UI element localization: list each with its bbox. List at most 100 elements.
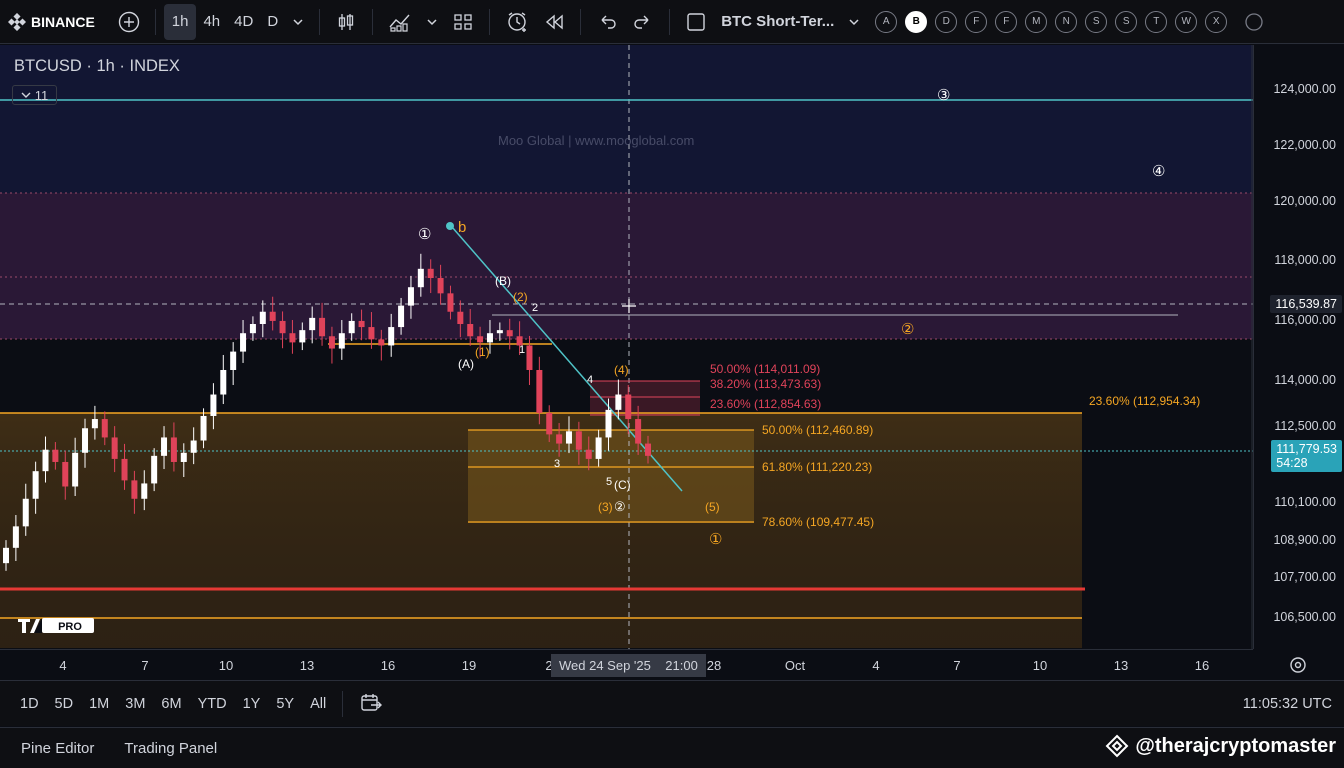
chart-area[interactable]: BTCUSD · 1h · INDEX 11 Moo Global | www.… bbox=[0, 45, 1344, 649]
candle-body bbox=[141, 483, 148, 499]
candle-body bbox=[161, 437, 168, 456]
bottom-panel-bar: Pine Editor Trading Panel @therajcryptom… bbox=[0, 727, 1344, 768]
binance-diamond-icon bbox=[8, 12, 26, 31]
letter-button-s[interactable]: S bbox=[1085, 10, 1108, 33]
fib-236-label: 23.60% (112,954.34) bbox=[1089, 394, 1201, 408]
undo-icon bbox=[601, 15, 616, 29]
time-tick: 7 bbox=[953, 658, 961, 673]
brand-name: BINANCE bbox=[31, 13, 95, 30]
price-tick: 110,100.00 bbox=[1274, 495, 1336, 509]
letter-button-a[interactable]: A bbox=[875, 10, 898, 33]
interval-4d[interactable]: 4D bbox=[227, 0, 260, 44]
letter-button-t[interactable]: T bbox=[1145, 10, 1168, 33]
range-1m[interactable]: 1M bbox=[81, 696, 117, 712]
letter-button-w[interactable]: W bbox=[1175, 10, 1198, 33]
candle-body bbox=[625, 394, 632, 420]
candle-body bbox=[348, 320, 355, 334]
candle-body bbox=[210, 394, 217, 416]
time-tick: 16 bbox=[380, 658, 396, 673]
range-5y[interactable]: 5Y bbox=[268, 696, 302, 712]
layout-checkbox[interactable] bbox=[678, 0, 714, 44]
time-axis-settings-button[interactable] bbox=[1288, 655, 1308, 680]
circle-icon bbox=[1245, 12, 1263, 31]
upper-fib-label: 38.20% (113,473.63) bbox=[710, 377, 822, 391]
wave-label-white: ① bbox=[418, 226, 432, 243]
range-all[interactable]: All bbox=[302, 696, 334, 712]
wave-label-white: (A) bbox=[458, 357, 474, 371]
lower-fib-label: 50.00% (112,460.89) bbox=[762, 423, 874, 437]
candle-body bbox=[240, 333, 247, 352]
candle-body bbox=[220, 369, 227, 395]
time-tick: 7 bbox=[141, 658, 149, 673]
range-5d[interactable]: 5D bbox=[47, 696, 82, 712]
add-symbol-button[interactable] bbox=[111, 0, 147, 44]
separator bbox=[154, 8, 156, 35]
separator bbox=[319, 8, 321, 35]
candle-body bbox=[328, 336, 335, 349]
wave-label-white: ④ bbox=[1152, 163, 1166, 180]
time-axis[interactable]: 4 7 10 13 16 19 2 28 Oct 4 7 10 13 16 Wed 24 Sep '25 2… bbox=[0, 649, 1306, 680]
goto-date-button[interactable] bbox=[351, 691, 391, 717]
letter-button-d[interactable]: D bbox=[935, 10, 958, 33]
utc-clock[interactable]: 11:05:32 UTC bbox=[1235, 696, 1340, 712]
letter-button-b[interactable]: B bbox=[905, 10, 928, 33]
interval-1h[interactable]: 1h bbox=[163, 3, 197, 40]
layouts-button[interactable] bbox=[445, 0, 481, 44]
range-1d[interactable]: 1D bbox=[12, 696, 47, 712]
redo-button[interactable] bbox=[625, 0, 661, 44]
chart-type-button[interactable] bbox=[328, 0, 364, 44]
indicators-dropdown[interactable] bbox=[419, 0, 445, 44]
letter-button-f[interactable]: F bbox=[965, 10, 988, 33]
resistance-zone bbox=[0, 193, 1253, 339]
candle-body bbox=[506, 330, 513, 337]
letter-button-f[interactable]: F bbox=[995, 10, 1018, 33]
letter-button-x[interactable]: X bbox=[1205, 10, 1228, 33]
range-ytd[interactable]: YTD bbox=[190, 696, 235, 712]
alert-button[interactable] bbox=[498, 0, 536, 44]
bar-countdown: 54:28 bbox=[1276, 456, 1308, 470]
interval-d[interactable]: D bbox=[260, 0, 285, 44]
price-axis[interactable]: 124,000.00 122,000.00 120,000.00 118,000.00… bbox=[1253, 45, 1344, 649]
letter-button-m[interactable]: M bbox=[1025, 10, 1048, 33]
wave-label-white: 3 bbox=[554, 458, 561, 470]
separator bbox=[372, 8, 374, 35]
candle-body bbox=[496, 330, 503, 334]
price-tick: 106,500.00 bbox=[1273, 610, 1336, 624]
replay-button[interactable] bbox=[536, 0, 572, 44]
more-button[interactable] bbox=[1237, 0, 1271, 44]
tab-trading-panel[interactable]: Trading Panel bbox=[124, 740, 217, 757]
binance-logo[interactable]: BINANCE bbox=[0, 12, 105, 31]
layout-dropdown[interactable] bbox=[841, 0, 867, 44]
wave-label-white: (C) bbox=[614, 478, 631, 492]
price-tick: 112,500.00 bbox=[1274, 419, 1336, 433]
interval-dropdown-button[interactable] bbox=[285, 0, 311, 44]
candle-body bbox=[565, 431, 572, 444]
letter-button-n[interactable]: N bbox=[1055, 10, 1078, 33]
indicators-toggle[interactable]: 11 bbox=[12, 85, 57, 105]
redo-icon bbox=[634, 15, 649, 29]
layout-title[interactable]: BTC Short-Ter... bbox=[714, 0, 841, 44]
upper-fib-label: 50.00% (114,011.09) bbox=[710, 362, 821, 376]
range-3m[interactable]: 3M bbox=[117, 696, 153, 712]
wave-label-orange: (5) bbox=[705, 500, 720, 514]
candle-body bbox=[407, 287, 414, 306]
range-1y[interactable]: 1Y bbox=[235, 696, 269, 712]
plus-circle-icon bbox=[118, 11, 139, 32]
interval-4h[interactable]: 4h bbox=[196, 0, 227, 44]
range-6m[interactable]: 6M bbox=[153, 696, 189, 712]
wave-label-white: 1 bbox=[519, 344, 526, 356]
indicators-button[interactable] bbox=[381, 0, 419, 44]
time-tick: 4 bbox=[872, 658, 880, 673]
wave-label-orange: ① bbox=[709, 531, 723, 548]
tab-pine-editor[interactable]: Pine Editor bbox=[21, 740, 94, 757]
letter-button-s[interactable]: S bbox=[1115, 10, 1138, 33]
candle-body bbox=[575, 431, 582, 450]
candle-body bbox=[121, 458, 128, 481]
candle-body bbox=[526, 345, 533, 370]
undo-button[interactable] bbox=[589, 0, 625, 44]
candle-body bbox=[180, 452, 187, 462]
candle-body bbox=[230, 351, 237, 370]
binance-square-icon bbox=[1105, 734, 1129, 758]
candle-body bbox=[309, 317, 316, 331]
price-tick: 108,900.00 bbox=[1273, 533, 1336, 547]
